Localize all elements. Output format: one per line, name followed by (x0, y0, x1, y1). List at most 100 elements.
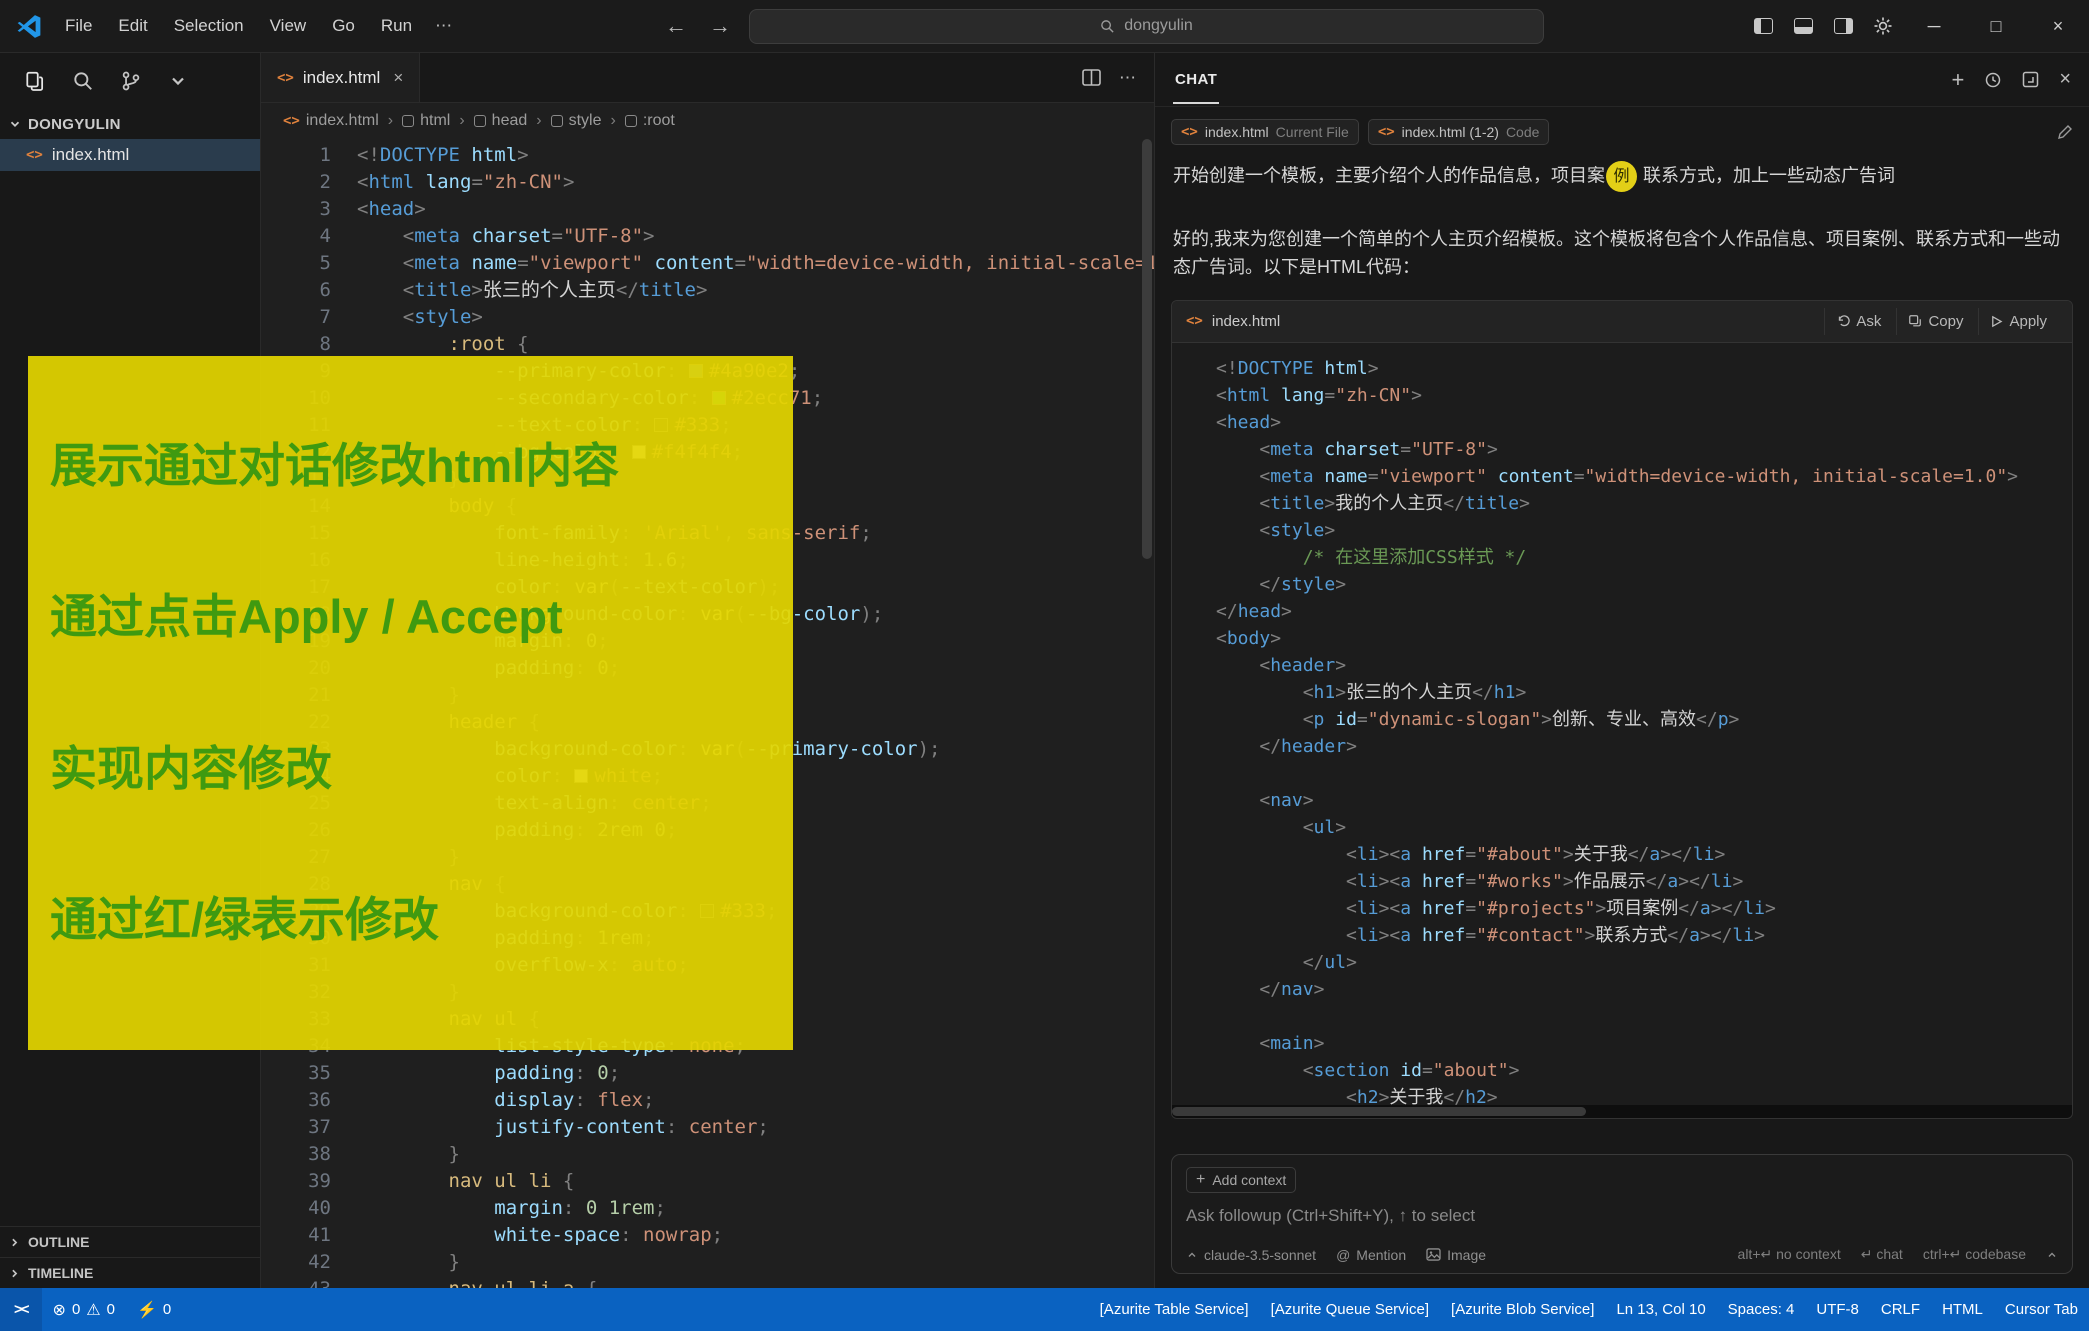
menu-view[interactable]: View (257, 10, 320, 42)
menu-selection[interactable]: Selection (161, 10, 257, 42)
chat-input-box[interactable]: + Add context Ask followup (Ctrl+Shift+Y… (1171, 1154, 2073, 1274)
remote-indicator-icon[interactable]: >< (0, 1288, 42, 1331)
code-line: 35 padding: 0; (261, 1060, 1154, 1087)
source-control-icon[interactable] (120, 70, 142, 92)
settings-gear-icon[interactable] (1863, 0, 1903, 53)
code-block-header: <> index.html Ask Copy (1172, 301, 2072, 343)
annotation-text: 展示通过对话修改html内容 (50, 438, 793, 494)
image-button[interactable]: Image (1426, 1247, 1486, 1263)
add-context-label: Add context (1212, 1172, 1286, 1188)
status-item[interactable]: [Azurite Blob Service] (1440, 1288, 1605, 1331)
menu-go[interactable]: Go (319, 10, 368, 42)
status-item[interactable]: CRLF (1870, 1288, 1931, 1331)
new-chat-plus-icon[interactable]: + (1951, 67, 1964, 93)
code-block-content[interactable]: <!DOCTYPE html><html lang="zh-CN"><head>… (1172, 343, 2072, 1105)
code-line: /* 在这里添加CSS样式 */ (1190, 544, 2072, 571)
breadcrumb-item[interactable]: style (551, 112, 602, 130)
toggle-panel-icon[interactable] (1783, 0, 1823, 53)
line-number: 4 (261, 223, 331, 250)
search-icon[interactable] (72, 70, 94, 92)
chat-tab-title[interactable]: CHAT (1173, 55, 1219, 104)
code-line: 37 justify-content: center; (261, 1114, 1154, 1141)
timeline-section[interactable]: TIMELINE (0, 1257, 260, 1288)
code-line (1190, 760, 2072, 787)
breadcrumb-item[interactable]: head (474, 112, 528, 130)
expand-chat-icon[interactable] (2022, 71, 2039, 88)
menu-file[interactable]: File (52, 10, 105, 42)
tab-close-icon[interactable]: × (393, 68, 403, 88)
status-bar: >< ⊗ 0 ⚠ 0 ⚡ 0 [Azurite Table Service][A… (0, 1288, 2089, 1331)
code-block-filename: index.html (1212, 313, 1280, 330)
status-item[interactable]: [Azurite Table Service] (1089, 1288, 1260, 1331)
copy-button[interactable]: Copy (1896, 308, 1974, 335)
line-number: 8 (261, 331, 331, 358)
code-line: <meta charset="UTF-8"> (1190, 436, 2072, 463)
add-context-button[interactable]: + Add context (1186, 1167, 1296, 1193)
breadcrumb-item[interactable]: :root (625, 112, 675, 130)
context-pill-code-selection[interactable]: <> index.html (1-2) Code (1368, 119, 1550, 145)
toggle-primary-sidebar-icon[interactable] (1743, 0, 1783, 53)
toggle-secondary-sidebar-icon[interactable] (1823, 0, 1863, 53)
line-number: 1 (261, 142, 331, 169)
command-center-search[interactable]: dongyulin (749, 9, 1544, 44)
explorer-icon[interactable] (24, 70, 46, 92)
more-views-chevron-icon[interactable] (168, 71, 188, 91)
edit-message-pencil-icon[interactable] (2057, 124, 2073, 140)
code-line: 2<html lang="zh-CN"> (261, 169, 1154, 196)
code-line: <li><a href="#contact">联系方式</a></li> (1190, 922, 2072, 949)
title-bar-center: ← → dongyulin (462, 9, 1743, 44)
code-line: 39 nav ul li { (261, 1168, 1154, 1195)
menu-edit[interactable]: Edit (105, 10, 160, 42)
code-line: <ul> (1190, 814, 2072, 841)
editor-scrollbar[interactable] (1142, 139, 1152, 1288)
outline-section[interactable]: OUTLINE (0, 1226, 260, 1257)
code-block-horizontal-scrollbar[interactable] (1172, 1105, 2072, 1118)
code-line: <li><a href="#works">作品展示</a></li> (1190, 868, 2072, 895)
context-pill-current-file[interactable]: <> index.html Current File (1171, 119, 1359, 145)
history-forward-icon[interactable]: → (705, 13, 735, 39)
breadcrumb-item[interactable]: <>index.html (283, 112, 379, 130)
chat-header: CHAT + × (1155, 53, 2089, 107)
line-number: 5 (261, 250, 331, 277)
editor-more-actions-icon[interactable]: ⋯ (1119, 68, 1136, 88)
window-maximize-button[interactable]: □ (1965, 0, 2027, 53)
window-minimize-button[interactable]: ─ (1903, 0, 1965, 53)
symbol-icon (402, 115, 414, 127)
window-close-button[interactable]: × (2027, 0, 2089, 53)
breadcrumb: <>index.html›html›head›style›:root (261, 103, 1154, 139)
close-chat-icon[interactable]: × (2059, 68, 2071, 91)
image-label: Image (1447, 1247, 1486, 1263)
mention-button[interactable]: @ Mention (1336, 1247, 1406, 1263)
breadcrumb-separator-icon: › (459, 112, 464, 130)
user-message-text: 开始创建一个模板，主要介绍个人的作品信息，项目案 (1173, 165, 1605, 185)
hint-codebase[interactable]: ctrl+↵ codebase (1923, 1246, 2026, 1263)
status-item[interactable]: Ln 13, Col 10 (1605, 1288, 1716, 1331)
hint-chat[interactable]: ↵ chat (1861, 1246, 1903, 1263)
status-item[interactable]: Cursor Tab (1994, 1288, 2089, 1331)
chat-history-icon[interactable] (1984, 71, 2002, 89)
chat-input-placeholder[interactable]: Ask followup (Ctrl+Shift+Y), ↑ to select (1186, 1206, 2058, 1226)
tab-index-html[interactable]: <> index.html × (261, 53, 420, 102)
line-number: 37 (261, 1114, 331, 1141)
annotation-overlay: 展示通过对话修改html内容通过点击Apply / Accept实现内容修改通过… (28, 356, 793, 1050)
status-item[interactable]: UTF-8 (1805, 1288, 1870, 1331)
code-line: 7 <style> (261, 304, 1154, 331)
file-item-index-html[interactable]: <> index.html (0, 139, 260, 171)
status-item[interactable]: HTML (1931, 1288, 1994, 1331)
status-item[interactable]: Spaces: 4 (1717, 1288, 1806, 1331)
user-message: 开始创建一个模板，主要介绍个人的作品信息，项目案例 联系方式，加上一些动态广告词 (1155, 151, 2089, 192)
breadcrumb-separator-icon: › (611, 112, 616, 130)
model-selector[interactable]: claude-3.5-sonnet (1186, 1247, 1316, 1263)
history-back-icon[interactable]: ← (661, 13, 691, 39)
split-editor-icon[interactable] (1082, 69, 1101, 86)
ask-button[interactable]: Ask (1824, 308, 1892, 335)
status-item[interactable]: [Azurite Queue Service] (1260, 1288, 1440, 1331)
problems-indicator[interactable]: ⊗ 0 ⚠ 0 (42, 1288, 126, 1331)
menu-run[interactable]: Run (368, 10, 425, 42)
search-icon (1100, 19, 1115, 34)
breadcrumb-item[interactable]: html (402, 112, 450, 130)
apply-button[interactable]: Apply (1978, 308, 2058, 335)
explorer-root-folder[interactable]: DONGYULIN (0, 109, 260, 139)
menu-more-icon[interactable]: ⋯ (425, 10, 462, 42)
ports-indicator[interactable]: ⚡ 0 (126, 1288, 182, 1331)
